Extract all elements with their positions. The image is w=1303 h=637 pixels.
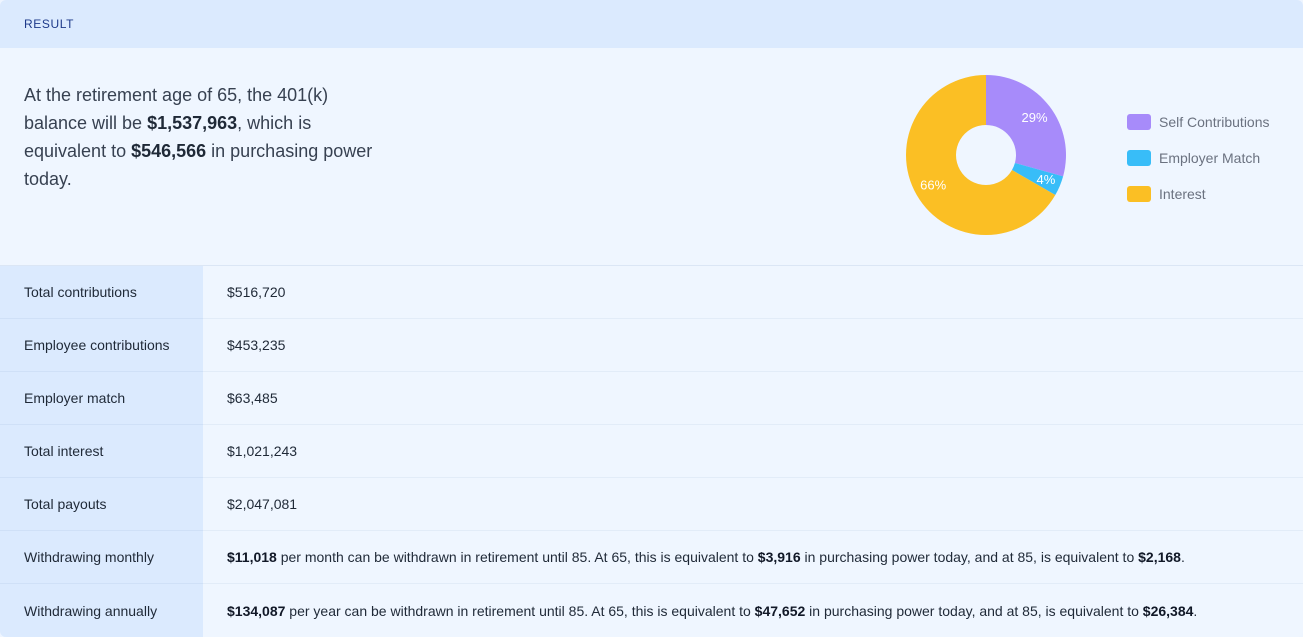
table-row-withdraw-monthly: Withdrawing monthly $11,018 per month ca… <box>0 531 1303 584</box>
table-row: Total interest $1,021,243 <box>0 425 1303 478</box>
row-label: Withdrawing annually <box>0 584 203 637</box>
pie-slice-self-contributions[interactable] <box>986 75 1066 177</box>
row-text: per month can be withdrawn in retirement… <box>276 549 758 565</box>
annual-withdrawal-amount: $134,087 <box>227 602 286 619</box>
legend-item-employer-match[interactable]: Employer Match <box>1127 148 1270 168</box>
legend-swatch <box>1127 114 1151 130</box>
table-row: Employer match $63,485 <box>0 372 1303 425</box>
result-header-label: RESULT <box>24 17 75 31</box>
row-value: $453,235 <box>203 319 1303 371</box>
annual-value-at-85: $26,384 <box>1142 602 1194 619</box>
row-label: Total payouts <box>0 478 203 531</box>
row-label: Total contributions <box>0 266 203 319</box>
breakdown-pie-chart: 29% 4% 66% <box>904 73 1068 237</box>
summary-text: At the retirement age of 65, the 401(k) … <box>24 81 374 193</box>
annual-value-at-65: $47,652 <box>754 602 806 619</box>
result-table: Total contributions $516,720 Employee co… <box>0 266 1303 637</box>
pie-slice-label: 29% <box>1022 110 1048 125</box>
result-card: RESULT At the retirement age of 65, the … <box>0 0 1303 637</box>
balance-value: $1,537,963 <box>147 113 238 133</box>
pie-svg: 29% 4% 66% <box>906 75 1066 235</box>
pie-slice-label: 66% <box>920 178 946 193</box>
pie-slice-label: 4% <box>1037 172 1056 187</box>
row-value: $1,021,243 <box>203 425 1303 477</box>
legend-label: Employer Match <box>1159 150 1261 166</box>
chart-legend: Self Contributions Employer Match Intere… <box>1127 112 1270 220</box>
table-row: Employee contributions $453,235 <box>0 319 1303 372</box>
result-summary: At the retirement age of 65, the 401(k) … <box>0 48 1303 266</box>
row-label: Employee contributions <box>0 319 203 372</box>
row-text: . <box>1193 602 1198 619</box>
row-text: . <box>1180 549 1185 565</box>
result-header: RESULT <box>0 0 1303 48</box>
row-value: $63,485 <box>203 372 1303 424</box>
row-value: $11,018 per month can be withdrawn in re… <box>203 531 1303 583</box>
table-row: Total payouts $2,047,081 <box>0 478 1303 531</box>
monthly-value-at-85: $2,168 <box>1138 549 1181 565</box>
row-text: in purchasing power today, and at 85, is… <box>805 602 1143 619</box>
row-text: per year can be withdrawn in retirement … <box>285 602 755 619</box>
row-value: $134,087 per year can be withdrawn in re… <box>203 584 1303 637</box>
legend-label: Interest <box>1159 186 1206 202</box>
table-row: Total contributions $516,720 <box>0 266 1303 319</box>
legend-label: Self Contributions <box>1159 114 1270 130</box>
purchasing-power-value: $546,566 <box>131 141 207 161</box>
row-label: Total interest <box>0 425 203 478</box>
legend-swatch <box>1127 150 1151 166</box>
table-row-withdraw-annually: Withdrawing annually $134,087 per year c… <box>0 584 1303 637</box>
legend-item-self-contributions[interactable]: Self Contributions <box>1127 112 1270 132</box>
monthly-withdrawal-amount: $11,018 <box>227 549 277 565</box>
row-value: $516,720 <box>203 266 1303 318</box>
row-label: Withdrawing monthly <box>0 531 203 584</box>
row-text: in purchasing power today, and at 85, is… <box>800 549 1139 565</box>
legend-item-interest[interactable]: Interest <box>1127 184 1270 204</box>
monthly-value-at-65: $3,916 <box>757 549 801 565</box>
row-value: $2,047,081 <box>203 478 1303 530</box>
row-label: Employer match <box>0 372 203 425</box>
legend-swatch <box>1127 186 1151 202</box>
